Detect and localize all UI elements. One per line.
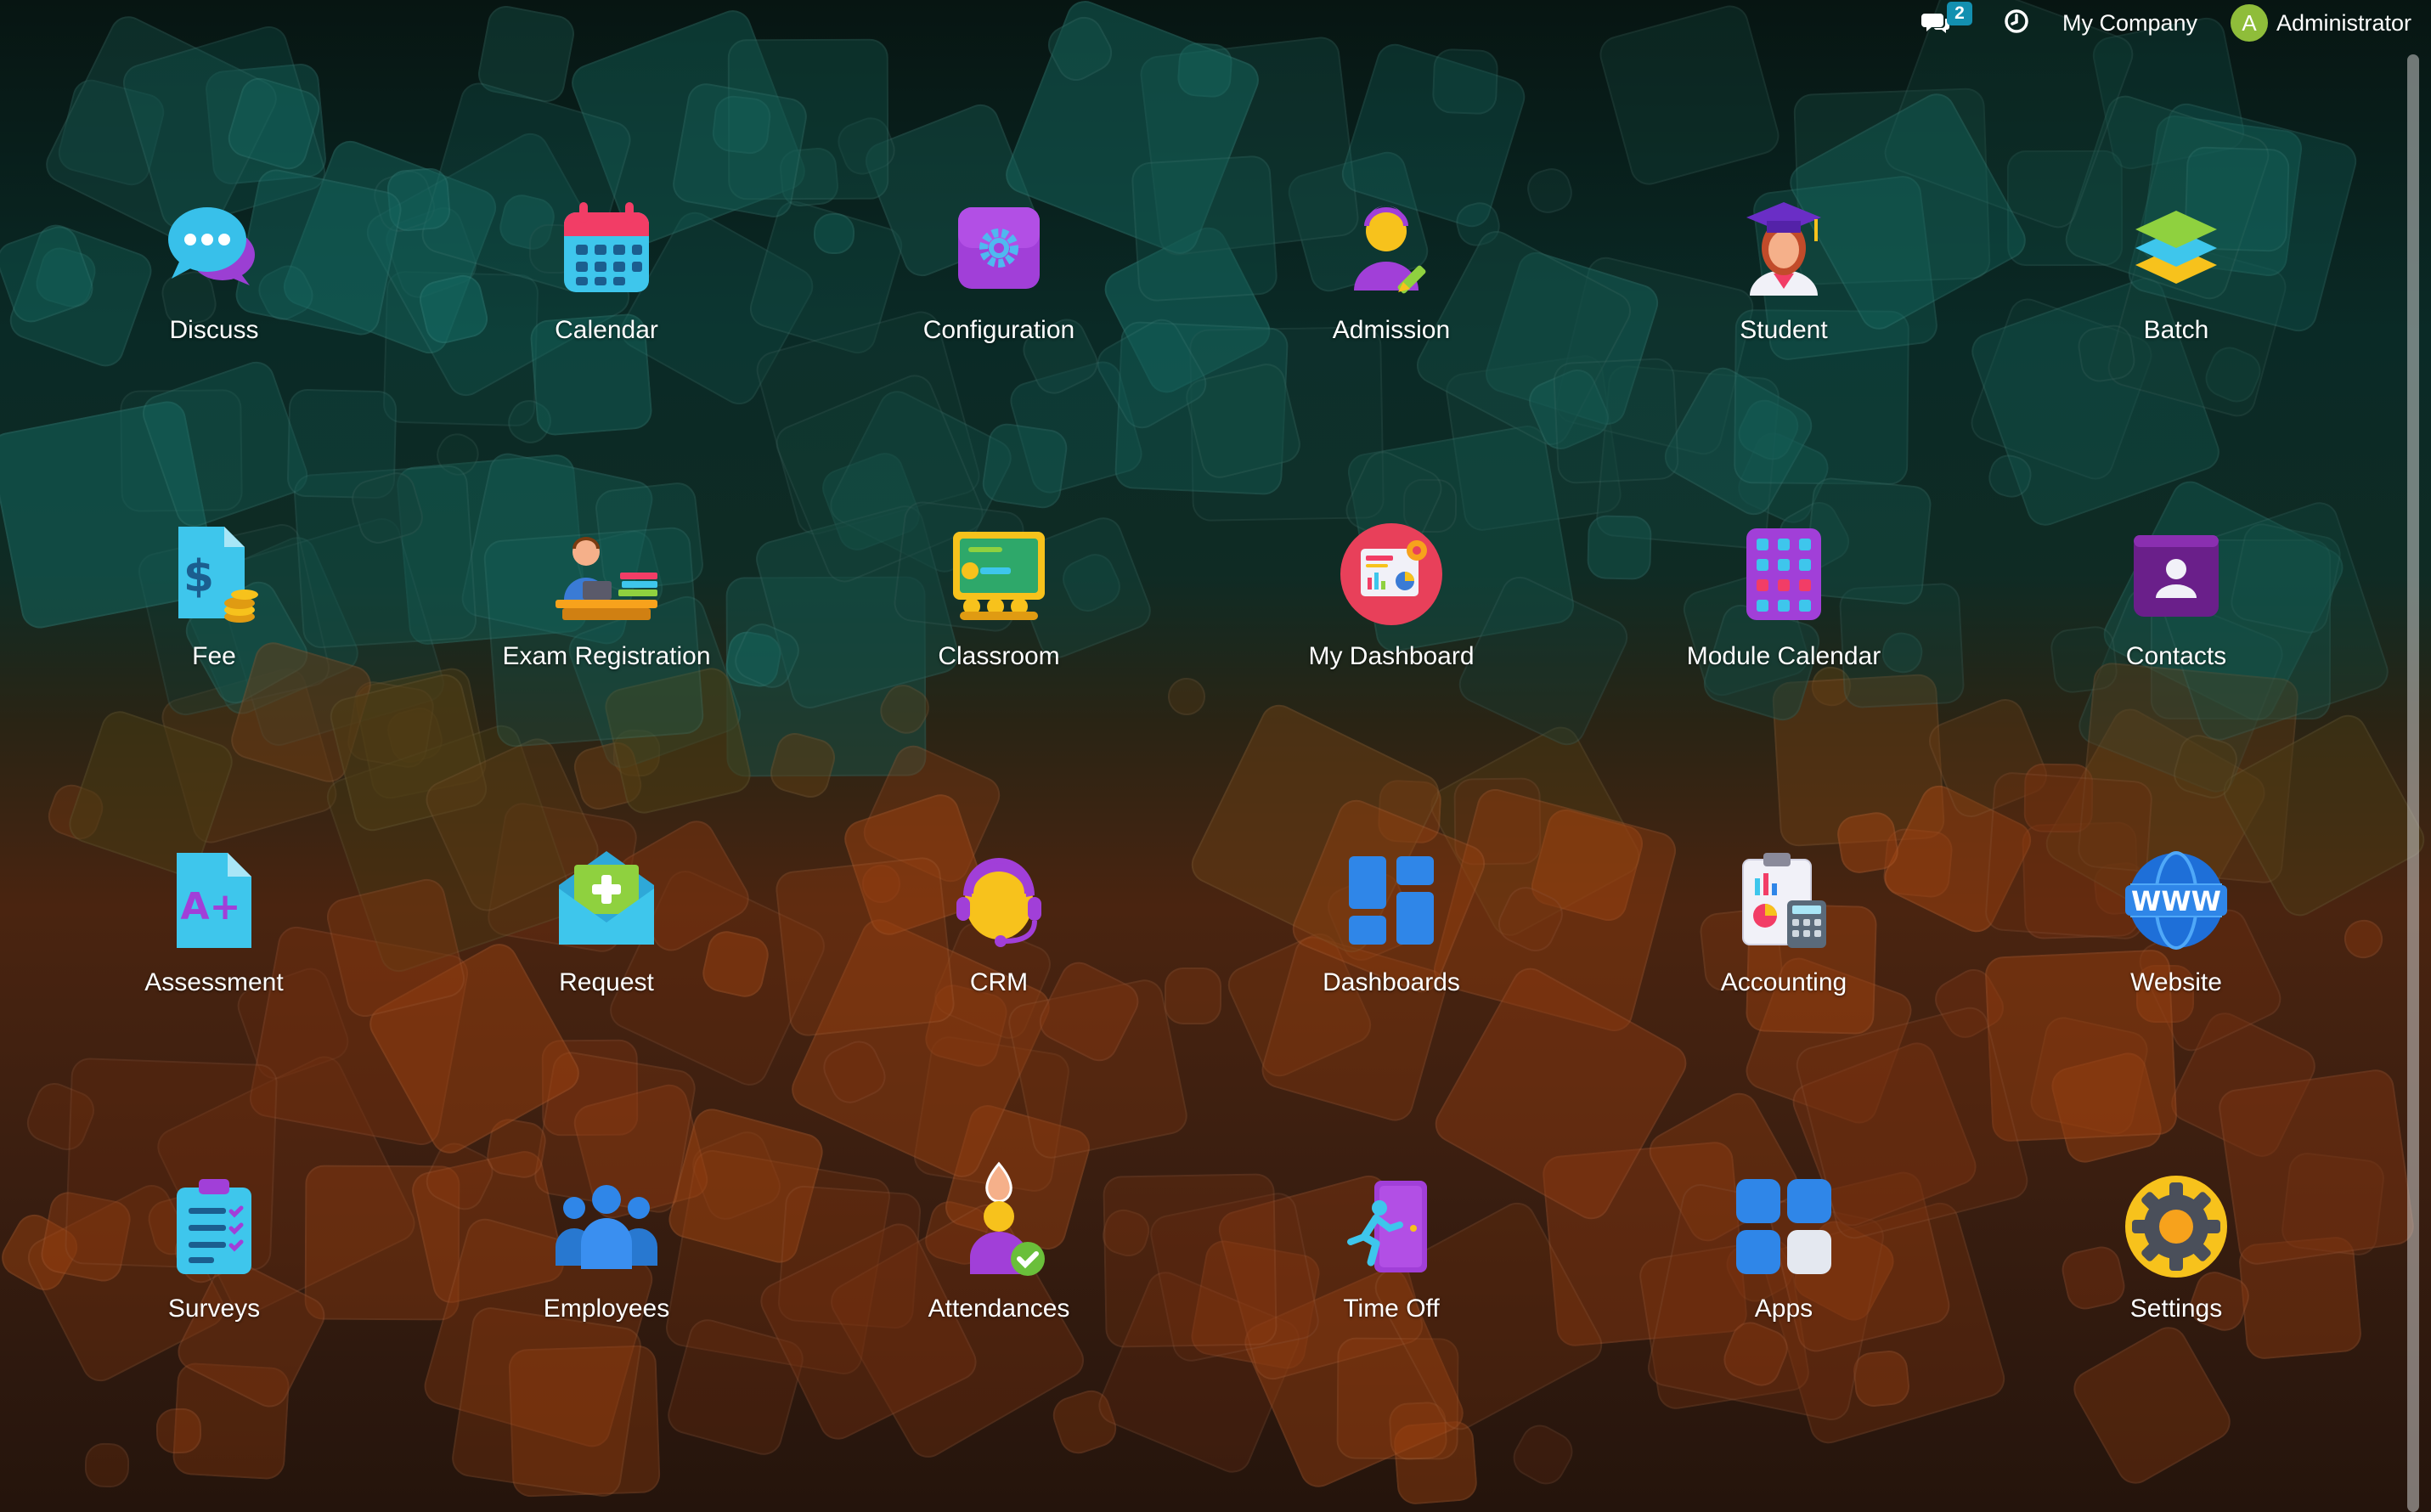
app-dashboards[interactable]: Dashboards: [1204, 848, 1578, 1103]
app-label: Module Calendar: [1686, 642, 1881, 670]
app-student[interactable]: Student: [1597, 195, 1971, 450]
desk-person-icon: [554, 522, 659, 627]
app-classroom[interactable]: Classroom: [812, 522, 1186, 776]
avatar: A: [2231, 4, 2268, 42]
app-request[interactable]: Request: [420, 848, 793, 1103]
app-surveys[interactable]: Surveys: [27, 1174, 401, 1429]
app-label: My Dashboard: [1308, 642, 1475, 670]
clipboard-calculator-icon: [1731, 848, 1836, 953]
svg-text:A+: A+: [181, 885, 241, 928]
chat-bubbles-icon: [161, 195, 267, 301]
app-label: Request: [559, 968, 654, 996]
app-settings[interactable]: Settings: [1989, 1174, 2363, 1429]
app-label: Admission: [1332, 316, 1451, 344]
app-label: Discuss: [169, 316, 259, 344]
app-contacts[interactable]: Contacts: [1989, 522, 2363, 776]
module-grid-icon: [1731, 522, 1836, 627]
layers-icon: [2124, 195, 2229, 301]
app-label: Time Off: [1343, 1295, 1440, 1323]
app-label: Student: [1740, 316, 1828, 344]
app-module-calendar[interactable]: Module Calendar: [1597, 522, 1971, 776]
graduate-icon: [1731, 195, 1836, 301]
dashboard-report-icon: [1339, 522, 1444, 627]
message-count-badge: 2: [1947, 2, 1972, 25]
app-label: Assessment: [144, 968, 284, 996]
app-time-off[interactable]: Time Off: [1204, 1174, 1578, 1429]
running-door-icon: [1339, 1174, 1444, 1279]
app-squares-icon: [1731, 1174, 1836, 1279]
app-exam-registration[interactable]: Exam Registration: [420, 522, 793, 776]
people-group-icon: [554, 1174, 659, 1279]
person-check-icon: [946, 1161, 1052, 1279]
app-label: Surveys: [167, 1295, 261, 1323]
app-batch[interactable]: Batch: [1989, 195, 2363, 450]
messages-menu[interactable]: 2: [1921, 0, 1972, 46]
user-name: Administrator: [2276, 9, 2412, 36]
calendar-icon: [554, 195, 659, 301]
app-label: CRM: [969, 968, 1029, 996]
tiles-icon: [1339, 848, 1444, 953]
app-fee[interactable]: $ Fee: [27, 522, 401, 776]
app-label: Employees: [543, 1295, 670, 1323]
app-calendar[interactable]: Calendar: [420, 195, 793, 450]
app-my-dashboard[interactable]: My Dashboard: [1204, 522, 1578, 776]
checklist-icon: [161, 1174, 267, 1279]
contact-card-icon: [2124, 522, 2229, 627]
scrollbar-thumb[interactable]: [2407, 54, 2419, 1512]
blackboard-icon: [946, 522, 1052, 627]
app-assessment[interactable]: A+ Assessment: [27, 848, 401, 1103]
gear-icon: [946, 195, 1052, 301]
app-label: Website: [2130, 968, 2222, 996]
app-discuss[interactable]: Discuss: [27, 195, 401, 450]
app-attendances[interactable]: Attendances: [812, 1161, 1186, 1429]
clock-icon: [2003, 8, 2030, 39]
company-name: My Company: [2062, 9, 2198, 36]
user-pencil-icon: [1339, 195, 1444, 301]
activity-menu[interactable]: [2003, 0, 2033, 46]
app-label: Fee: [192, 642, 236, 670]
app-label: Contacts: [2125, 642, 2227, 670]
app-label: Settings: [2129, 1295, 2223, 1323]
app-label: Dashboards: [1323, 968, 1460, 996]
app-label: Batch: [2143, 316, 2209, 344]
settings-gear-icon: [2124, 1174, 2229, 1279]
grade-document-icon: A+: [161, 848, 267, 953]
app-label: Calendar: [555, 316, 658, 344]
envelope-plus-icon: [554, 848, 659, 953]
app-crm[interactable]: CRM: [812, 848, 1186, 1103]
app-label: Exam Registration: [502, 642, 711, 670]
app-label: Apps: [1754, 1295, 1813, 1323]
app-label: Accounting: [1720, 968, 1847, 996]
app-label: Configuration: [922, 316, 1075, 344]
dollar-document-icon: $: [161, 522, 267, 627]
app-admission[interactable]: Admission: [1204, 195, 1578, 450]
app-website[interactable]: WWW Website: [1989, 848, 2363, 1103]
app-grid: Discuss Calendar Configuration Admission…: [0, 0, 2395, 1512]
scrollbar[interactable]: [2407, 54, 2421, 1512]
app-label: Classroom: [938, 642, 1060, 670]
top-navbar: 2 My Company A Administrator: [0, 0, 2431, 46]
app-configuration[interactable]: Configuration: [812, 195, 1186, 450]
company-switcher[interactable]: My Company: [2062, 0, 2197, 46]
svg-text:$: $: [183, 551, 214, 602]
svg-text:WWW: WWW: [2131, 885, 2221, 917]
app-accounting[interactable]: Accounting: [1597, 848, 1971, 1103]
app-label: Attendances: [928, 1295, 1070, 1323]
app-apps[interactable]: Apps: [1597, 1174, 1971, 1429]
www-globe-icon: WWW: [2124, 848, 2229, 953]
headset-agent-icon: [946, 848, 1052, 953]
app-employees[interactable]: Employees: [420, 1174, 793, 1429]
user-menu[interactable]: A Administrator: [2231, 0, 2411, 46]
